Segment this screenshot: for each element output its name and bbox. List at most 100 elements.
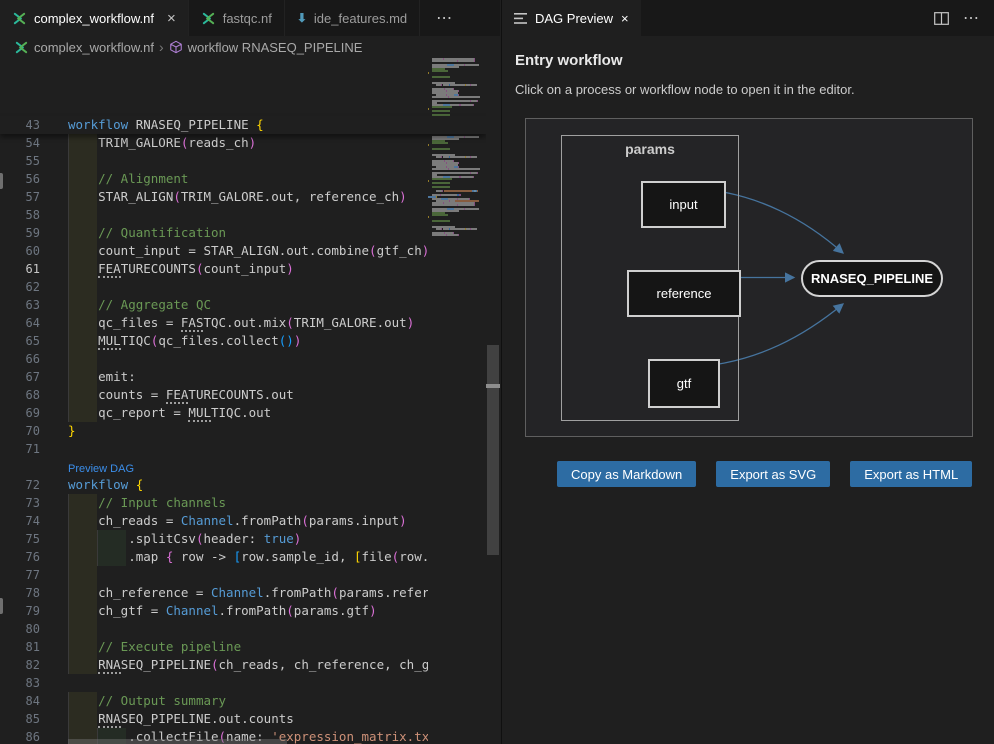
horizontal-scrollbar[interactable] bbox=[68, 738, 428, 744]
code-token: // Aggregate QC bbox=[98, 297, 211, 312]
vertical-scrollbar[interactable] bbox=[486, 58, 500, 744]
code-line-70[interactable]: 70} bbox=[0, 422, 428, 440]
code-line-58[interactable]: 58 bbox=[0, 206, 428, 224]
code-line-68[interactable]: 68 counts = FEATURECOUNTS.out bbox=[0, 386, 428, 404]
tab-complex-workflow-nf[interactable]: complex_workflow.nf× bbox=[0, 0, 189, 36]
code-line-66[interactable]: 66 bbox=[0, 350, 428, 368]
breadcrumb: complex_workflow.nf › workflow RNASEQ_PI… bbox=[0, 36, 500, 58]
code-line-63[interactable]: 63 // Aggregate QC bbox=[0, 296, 428, 314]
code-line-54[interactable]: 54 TRIM_GALORE(reads_ch) bbox=[0, 134, 428, 152]
tab-dag-preview[interactable]: DAG Preview × bbox=[502, 0, 641, 36]
split-editor-icon[interactable] bbox=[934, 12, 949, 25]
code-token: [ bbox=[354, 549, 362, 564]
code-token: qc_files = bbox=[68, 315, 181, 330]
code-token: ) bbox=[399, 513, 407, 528]
code-token: emit: bbox=[68, 369, 136, 384]
code-line-72[interactable]: 72 workflow { bbox=[0, 476, 428, 494]
code-line-84[interactable]: 84 // Output summary bbox=[0, 692, 428, 710]
code-token: STAR_ALIGN bbox=[68, 189, 173, 204]
code-text: emit: bbox=[68, 368, 136, 386]
code-line-75[interactable]: 75 .splitCsv(header: true) bbox=[0, 530, 428, 548]
code-line-60[interactable]: 60 count_input = STAR_ALIGN.out.combine(… bbox=[0, 242, 428, 260]
code-token: TIQC.out bbox=[211, 405, 271, 420]
code-line-79[interactable]: 79 ch_gtf = Channel.fromPath(params.gtf) bbox=[0, 602, 428, 620]
code-text: RNASEQ_PIPELINE(ch_reads, ch_reference, … bbox=[68, 656, 444, 674]
code-token: true bbox=[264, 531, 294, 546]
code-line-56[interactable]: 56 // Alignment bbox=[0, 170, 428, 188]
code-line-80[interactable]: 80 bbox=[0, 620, 428, 638]
tab-fastqc-nf[interactable]: fastqc.nf bbox=[189, 0, 285, 36]
code-line-65[interactable]: 65 MULTIQC(qc_files.collect()) bbox=[0, 332, 428, 350]
code-token: .map bbox=[68, 549, 166, 564]
code-line-43[interactable]: 43workflow RNASEQ_PIPELINE { bbox=[0, 116, 486, 134]
code-editor[interactable]: 54 TRIM_GALORE(reads_ch)5556 // Alignmen… bbox=[0, 58, 486, 744]
line-number: 64 bbox=[0, 314, 40, 332]
line-number: 72 bbox=[0, 476, 40, 494]
more-actions-icon[interactable]: ⋯ bbox=[428, 8, 461, 28]
code-line-74[interactable]: 74 ch_reads = Channel.fromPath(params.in… bbox=[0, 512, 428, 530]
minimap-line bbox=[428, 84, 485, 86]
minimap[interactable] bbox=[428, 58, 485, 744]
code-token: TQC.out.mix bbox=[203, 315, 286, 330]
code-line-73[interactable]: 73 // Input channels bbox=[0, 494, 428, 512]
code-line-62[interactable]: 62 bbox=[0, 278, 428, 296]
code-line-81[interactable]: 81 // Execute pipeline bbox=[0, 638, 428, 656]
close-icon[interactable]: × bbox=[167, 11, 176, 26]
code-token: ch_gtf = bbox=[68, 603, 166, 618]
line-number: 67 bbox=[0, 368, 40, 386]
sticky-scroll-line[interactable]: 43workflow RNASEQ_PIPELINE { bbox=[0, 116, 486, 134]
code-line-82[interactable]: 82 RNASEQ_PIPELINE(ch_reads, ch_referenc… bbox=[0, 656, 428, 674]
dag-cluster-label: params bbox=[562, 141, 738, 157]
code-line-67[interactable]: 67 emit: bbox=[0, 368, 428, 386]
code-token: // Alignment bbox=[98, 171, 188, 186]
copy-as-markdown-button[interactable]: Copy as Markdown bbox=[557, 461, 696, 487]
code-token: .fromPath bbox=[234, 513, 302, 528]
line-number: 43 bbox=[0, 116, 40, 134]
dag-node-reference[interactable]: reference bbox=[627, 270, 741, 317]
nextflow-icon bbox=[12, 11, 27, 26]
minimap-line bbox=[428, 156, 485, 158]
code-line-55[interactable]: 55 bbox=[0, 152, 428, 170]
horizontal-scrollbar-slider[interactable] bbox=[68, 739, 287, 744]
code-line-71[interactable]: 71 bbox=[0, 440, 428, 458]
code-line-76[interactable]: 76 .map { row -> [row.sample_id, [file(r… bbox=[0, 548, 428, 566]
line-number: 68 bbox=[0, 386, 40, 404]
code-line-61[interactable]: 61 FEATURECOUNTS(count_input) bbox=[0, 260, 428, 278]
nextflow-icon bbox=[14, 40, 29, 55]
code-line-69[interactable]: 69 qc_report = MULTIQC.out bbox=[0, 404, 428, 422]
more-actions-icon[interactable]: ⋯ bbox=[955, 8, 988, 28]
code-line-59[interactable]: 59 // Quantification bbox=[0, 224, 428, 242]
dag-node-gtf[interactable]: gtf bbox=[648, 359, 720, 408]
code-token: RNASEQ_PIPELINE bbox=[136, 117, 256, 132]
code-token: SEQ_PIPELINE bbox=[121, 657, 211, 672]
codelens-row[interactable]: Preview DAG bbox=[0, 458, 428, 476]
code-line-83[interactable]: 83 bbox=[0, 674, 428, 692]
code-text: // Output summary bbox=[68, 692, 226, 710]
code-token: TRIM_GALORE bbox=[68, 135, 181, 150]
line-number: 61 bbox=[0, 260, 40, 278]
editor-tab-actions: ⋯ bbox=[428, 0, 461, 36]
breadcrumb-file[interactable]: complex_workflow.nf bbox=[34, 40, 154, 55]
code-token: counts = bbox=[68, 387, 166, 402]
code-token bbox=[68, 297, 98, 312]
dag-node-input[interactable]: input bbox=[641, 181, 726, 228]
code-token: header: bbox=[203, 531, 263, 546]
export-as-html-button[interactable]: Export as HTML bbox=[850, 461, 972, 487]
editor-group: complex_workflow.nf×fastqc.nf⬇ide_featur… bbox=[0, 0, 500, 744]
code-token: // Output summary bbox=[98, 693, 226, 708]
code-line-64[interactable]: 64 qc_files = FASTQC.out.mix(TRIM_GALORE… bbox=[0, 314, 428, 332]
breadcrumb-symbol[interactable]: workflow RNASEQ_PIPELINE bbox=[188, 40, 363, 55]
tab-ide-features-md[interactable]: ⬇ide_features.md bbox=[285, 0, 420, 36]
dag-node-rnaseq-pipeline[interactable]: RNASEQ_PIPELINE bbox=[801, 260, 943, 297]
code-line-57[interactable]: 57 STAR_ALIGN(TRIM_GALORE.out, reference… bbox=[0, 188, 428, 206]
code-line-77[interactable]: 77 bbox=[0, 566, 428, 584]
close-icon[interactable]: × bbox=[621, 11, 629, 26]
line-number: 59 bbox=[0, 224, 40, 242]
code-text: workflow { bbox=[68, 476, 143, 494]
code-line-78[interactable]: 78 ch_reference = Channel.fromPath(param… bbox=[0, 584, 428, 602]
code-token: Channel bbox=[211, 585, 264, 600]
code-token: } bbox=[68, 423, 76, 438]
code-line-85[interactable]: 85 RNASEQ_PIPELINE.out.counts bbox=[0, 710, 428, 728]
export-as-svg-button[interactable]: Export as SVG bbox=[716, 461, 830, 487]
vertical-scrollbar-slider[interactable] bbox=[487, 345, 499, 555]
